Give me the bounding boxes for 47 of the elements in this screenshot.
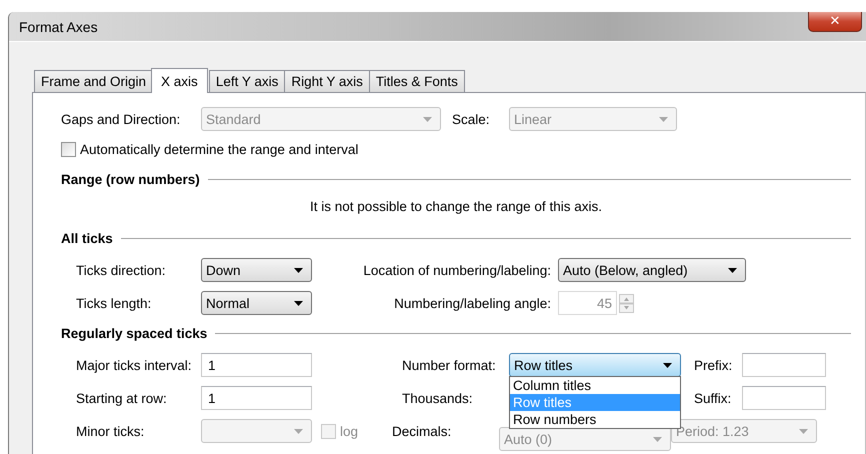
checkbox-label: log: [340, 424, 358, 438]
field-label: Ticks length:: [76, 296, 152, 310]
caret-icon: [294, 428, 303, 434]
field-label: Starting at row:: [76, 390, 168, 406]
dropdown[interactable]: Down: [201, 258, 312, 282]
caret-icon: [659, 116, 668, 122]
info-message: It is not possible to change the range of this axis.: [309, 199, 603, 214]
field-label: Decimals:: [392, 424, 452, 438]
caret-icon: [294, 268, 303, 272]
caret-icon: [799, 428, 808, 434]
field-label: Prefix:: [694, 358, 734, 372]
checkbox[interactable]: [61, 142, 76, 156]
section-heading: Regularly spaced ticks: [61, 326, 208, 340]
field-label: Ticks direction:: [76, 262, 167, 278]
field-label: Location of numbering/labeling:: [362, 262, 552, 278]
window-title: Format Axes: [19, 18, 98, 34]
tab[interactable]: Right Y axis: [284, 70, 370, 92]
tab[interactable]: Left Y axis: [208, 70, 286, 92]
input-field[interactable]: 1: [201, 353, 312, 377]
field-label: Suffix:: [694, 390, 732, 406]
field-label: Major ticks interval:: [76, 358, 193, 372]
tab[interactable]: Frame and Origin: [34, 70, 154, 92]
checkbox-label: Automatically determine the range and interval: [80, 142, 358, 156]
input-field[interactable]: [742, 386, 826, 410]
section-heading: All ticks: [61, 230, 113, 246]
input-field[interactable]: [742, 353, 826, 377]
field-label: Minor ticks:: [76, 424, 146, 438]
input-field[interactable]: 1: [201, 386, 312, 410]
spinner-arrows-icon: [619, 294, 634, 312]
dropdown[interactable]: Normal: [201, 291, 312, 315]
caret-icon: [728, 268, 737, 272]
section-heading: Range (row numbers): [61, 172, 200, 186]
caret-icon: [653, 436, 662, 442]
field-label: Number format:: [402, 358, 497, 372]
close-button[interactable]: ✕: [808, 12, 862, 32]
field-label: Scale:: [452, 112, 491, 126]
caret-icon: [663, 362, 672, 368]
field-label: Numbering/labeling angle:: [393, 296, 552, 310]
caret-icon: [294, 300, 303, 306]
caret-icon: [423, 116, 432, 122]
field-label: Thousands:: [402, 390, 474, 406]
list-option[interactable]: Column titles: [510, 377, 680, 394]
tab[interactable]: X axis: [151, 68, 208, 93]
tab[interactable]: Titles & Fonts: [368, 70, 465, 92]
field-label: Gaps and Direction:: [61, 112, 182, 126]
dropdown[interactable]: Row titles: [509, 353, 681, 377]
dropdown[interactable]: Auto (Below, angled): [558, 258, 746, 282]
